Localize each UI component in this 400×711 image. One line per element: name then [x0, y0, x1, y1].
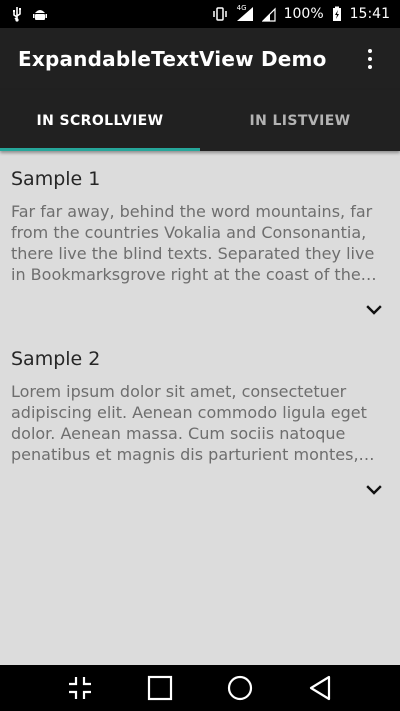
battery-percent: 100%	[283, 6, 324, 22]
clock: 15:41	[349, 6, 390, 22]
usb-icon	[10, 6, 24, 22]
sample-card: Sample 1 Far far away, behind the word m…	[11, 168, 389, 325]
recents-collapse-icon[interactable]	[60, 668, 100, 708]
triangle-back-icon[interactable]	[300, 668, 340, 708]
battery-charging-icon	[332, 6, 342, 22]
tab-in-scrollview[interactable]: IN SCROLLVIEW	[0, 90, 200, 151]
android-debug-icon	[32, 6, 48, 22]
tab-in-listview[interactable]: IN LISTVIEW	[200, 90, 400, 151]
signal-4g-icon: 4G	[236, 4, 254, 22]
scroll-content[interactable]: Sample 1 Far far away, behind the word m…	[0, 151, 400, 665]
vibrate-icon	[212, 6, 228, 22]
expandable-text[interactable]: Lorem ipsum dolor sit amet, consectetuer…	[11, 381, 389, 465]
app-title: ExpandableTextView Demo	[18, 47, 327, 71]
tab-bar: IN SCROLLVIEW IN LISTVIEW	[0, 90, 400, 151]
status-bar-left	[10, 6, 48, 22]
expandable-text[interactable]: Far far away, behind the word mountains,…	[11, 201, 389, 285]
status-bar: 4G 100% 15:41	[0, 0, 400, 28]
sample-title: Sample 2	[11, 348, 101, 370]
signal-2-icon	[261, 6, 276, 22]
chevron-down-icon[interactable]	[359, 475, 389, 505]
chevron-down-icon[interactable]	[359, 295, 389, 325]
app-bar: ExpandableTextView Demo	[0, 28, 400, 90]
sample-title: Sample 1	[11, 168, 101, 190]
navigation-bar	[0, 665, 400, 711]
square-icon[interactable]	[140, 668, 180, 708]
more-vert-icon[interactable]	[358, 44, 382, 74]
status-bar-right: 4G 100% 15:41	[212, 4, 390, 22]
circle-home-icon[interactable]	[220, 668, 260, 708]
network-type-label: 4G	[236, 4, 247, 12]
sample-card: Sample 2 Lorem ipsum dolor sit amet, con…	[11, 348, 389, 505]
